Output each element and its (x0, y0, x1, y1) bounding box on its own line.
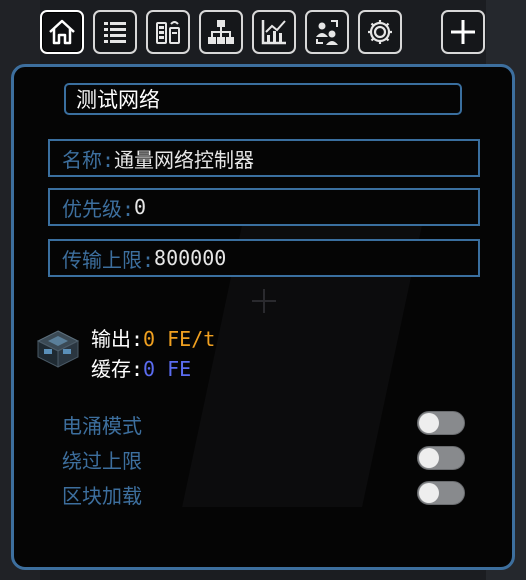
tab-add[interactable] (441, 10, 485, 54)
plus-icon (451, 20, 475, 44)
bypass-limit-label: 绕过上限 (62, 449, 142, 473)
flux-controller-block-icon (36, 330, 80, 368)
toggle-knob (419, 448, 439, 468)
chunk-loading-toggle[interactable] (417, 481, 465, 505)
tab-home[interactable] (40, 10, 84, 54)
toggle-knob (419, 483, 439, 503)
output-value: 0 FE/t (143, 327, 216, 351)
tab-devices[interactable] (146, 10, 190, 54)
home-icon (49, 19, 75, 45)
name-field[interactable]: 名称: 通量网络控制器 (48, 139, 480, 177)
transfer-limit-label: 传输上限: (62, 247, 155, 272)
gear-icon (368, 20, 392, 44)
name-value: 通量网络控制器 (114, 147, 255, 172)
tab-list[interactable] (93, 10, 137, 54)
buffer-stat: 缓存:0 FE (91, 353, 191, 382)
priority-field[interactable]: 优先级: 0 (48, 188, 480, 226)
line-chart-icon (261, 20, 286, 45)
tab-members[interactable] (305, 10, 349, 54)
output-label: 输出: (91, 327, 144, 351)
users-swap-icon (316, 20, 338, 45)
bypass-limit-toggle[interactable] (417, 446, 465, 470)
tab-statistics[interactable] (252, 10, 296, 54)
tab-settings[interactable] (358, 10, 402, 54)
chunk-loading-label: 区块加载 (62, 484, 142, 508)
buffer-value: 0 FE (143, 357, 192, 381)
network-panel: 测试网络 名称: 通量网络控制器 优先级: 0 传输上限: 800000 输出:… (11, 64, 515, 570)
list-icon (104, 22, 126, 43)
buffer-label: 缓存: (91, 357, 144, 381)
surge-mode-label: 电涌模式 (62, 414, 142, 438)
priority-value: 0 (134, 195, 147, 219)
network-name-field[interactable]: 测试网络 (64, 83, 462, 115)
crosshair-icon (252, 289, 276, 313)
output-stat: 输出:0 FE/t (91, 323, 215, 352)
network-tree-icon (208, 20, 234, 44)
priority-label: 优先级: (62, 196, 135, 221)
surge-mode-toggle[interactable] (417, 411, 465, 435)
transfer-limit-value: 800000 (154, 246, 227, 270)
transfer-limit-field[interactable]: 传输上限: 800000 (48, 239, 480, 277)
network-name-text: 测试网络 (76, 88, 160, 112)
toggle-knob (419, 413, 439, 433)
tab-bar (0, 0, 526, 62)
tab-network[interactable] (199, 10, 243, 54)
name-label: 名称: (62, 147, 115, 172)
battery-devices-icon (156, 21, 180, 44)
